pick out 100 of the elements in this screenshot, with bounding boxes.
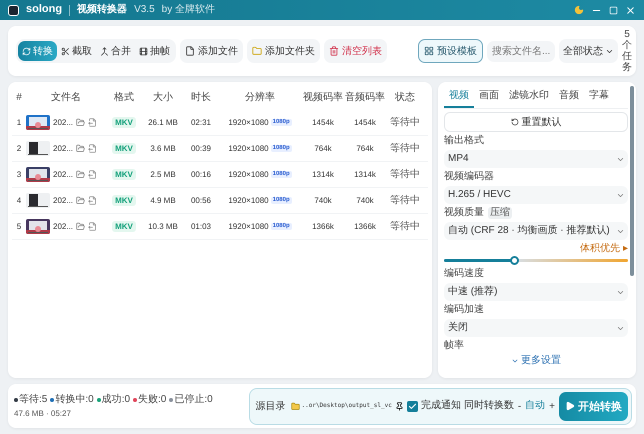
mode-tab[interactable]: 合并 (96, 41, 135, 61)
maximize-icon[interactable] (609, 6, 618, 14)
add-folder-button[interactable]: 添加文件夹 (247, 39, 320, 63)
field-label: 输出格式 (444, 135, 484, 147)
column-header: # (15, 92, 23, 104)
source-folder-button[interactable]: 源目录 (254, 397, 288, 415)
column-header: 时长 (190, 92, 212, 104)
file-name: 202... (53, 222, 74, 232)
select-field[interactable]: H.265 / HEVC (444, 186, 628, 204)
quality-slider[interactable] (444, 259, 628, 262)
table-cell-text: 2.5 MB (149, 170, 177, 180)
format-tag: MKV (112, 142, 136, 154)
add-file-button[interactable]: 添加文件 (180, 39, 243, 63)
settings-tab[interactable]: 滤镜水印 (504, 84, 554, 108)
folder-icon (290, 402, 300, 410)
table-cell-text: 764k (313, 144, 333, 154)
table-cell-text: 00:16 (190, 170, 212, 180)
format-tag: MKV (112, 116, 136, 128)
folder-icon[interactable] (76, 170, 86, 179)
select-field[interactable]: 自动 (CRF 28 · 均衡画质 · 推荐默认) (444, 222, 628, 240)
file-name: 202... (53, 196, 74, 206)
task-count: 5个任务 (622, 29, 632, 73)
pin-icon[interactable] (394, 402, 404, 410)
field-badge: 压缩 (488, 207, 512, 219)
status-count: 成功:0 (102, 394, 130, 406)
concurrency-value: 自动 (525, 400, 546, 412)
status-count: 转换中:0 (55, 394, 94, 406)
status-count: 等待:5 (19, 394, 48, 406)
concurrency-label: 同时转换数 (464, 400, 514, 412)
logo-icon (8, 4, 19, 16)
table-cell-text: 10.3 MB (147, 222, 179, 232)
file-icon[interactable] (88, 170, 98, 179)
status-text: 等待中 (389, 142, 421, 154)
select-field[interactable]: MP4 (444, 150, 628, 168)
table-cell-text: 1314k (311, 170, 335, 180)
brand-name: solong (26, 3, 62, 17)
table-cell: 1920×1080 (228, 196, 269, 206)
table-cell: 1920×1080 (228, 118, 269, 128)
table-cell-text: 1454k (353, 118, 377, 128)
file-icon[interactable] (88, 118, 98, 127)
column-header: 视频码率 (302, 92, 344, 104)
close-icon[interactable] (625, 4, 636, 16)
table-cell: 1920×1080 (228, 222, 269, 232)
more-settings-link[interactable]: 更多设置 (511, 355, 561, 367)
row-number: 3 (16, 170, 22, 180)
select-field[interactable]: 关闭 (444, 319, 628, 337)
format-tag: MKV (112, 194, 136, 206)
status-count: 已停止:0 (174, 394, 213, 406)
grid-icon (424, 46, 434, 56)
decrease-button[interactable]: - (516, 400, 522, 412)
table-cell-text: 3.6 MB (149, 144, 177, 154)
version-label: V3.5 (134, 4, 155, 16)
field-label: 视频质量 (444, 207, 484, 219)
refresh-icon (22, 46, 31, 56)
folder-icon[interactable] (76, 144, 86, 153)
status-text: 等待中 (389, 116, 421, 128)
moon-icon[interactable] (574, 5, 584, 15)
folder-icon[interactable] (76, 222, 86, 231)
notify-checkbox[interactable] (406, 400, 418, 412)
settings-tab[interactable]: 画面 (474, 84, 504, 108)
folder-icon[interactable] (76, 118, 86, 127)
settings-tab[interactable]: 音频 (554, 84, 584, 108)
row-number: 5 (16, 222, 22, 232)
reset-button[interactable]: 重置默认 (444, 112, 628, 132)
slider-thumb[interactable] (510, 256, 519, 265)
settings-tab[interactable]: 视频 (444, 84, 474, 108)
column-header: 状态 (394, 92, 416, 104)
settings-tab[interactable]: 字幕 (584, 84, 614, 108)
column-header: 格式 (113, 92, 135, 104)
film-icon (139, 46, 148, 56)
search-field[interactable]: 搜索文件名... (487, 40, 555, 62)
folder-icon (252, 46, 262, 56)
slider-label: 体积优先 ▸ (580, 243, 628, 255)
status-count: 失败:0 (138, 394, 166, 406)
preset-button[interactable]: 预设模板 (418, 39, 483, 63)
status-text: 等待中 (389, 194, 421, 206)
table-cell-text: 740k (355, 196, 375, 206)
format-tag: MKV (112, 168, 136, 180)
file-icon[interactable] (88, 196, 98, 205)
checkbox-label: 完成通知 (420, 400, 461, 412)
mode-tab[interactable]: 抽帧 (135, 41, 174, 61)
file-name: 202... (53, 144, 74, 154)
scrollbar[interactable] (630, 86, 634, 276)
row-number: 2 (16, 144, 22, 154)
author-label: by 全牌软件 (162, 4, 215, 16)
table-cell-text: 1366k (311, 222, 335, 232)
folder-icon[interactable] (76, 196, 86, 205)
select-field[interactable]: 中速 (推荐) (444, 283, 628, 301)
increase-button[interactable]: + (548, 400, 556, 412)
mode-tab[interactable]: 截取 (57, 41, 96, 61)
status-text: 等待中 (389, 168, 421, 180)
chevron-down-icon (511, 357, 519, 365)
status-text: 等待中 (389, 220, 421, 232)
undo-icon (510, 118, 518, 126)
file-name: 202... (53, 170, 74, 180)
table-cell-text: 740k (313, 196, 333, 206)
status-filter[interactable]: 全部状态 (559, 39, 618, 63)
file-icon[interactable] (88, 222, 98, 231)
file-icon[interactable] (88, 144, 98, 153)
clear-list-button[interactable]: 清空列表 (324, 39, 387, 63)
